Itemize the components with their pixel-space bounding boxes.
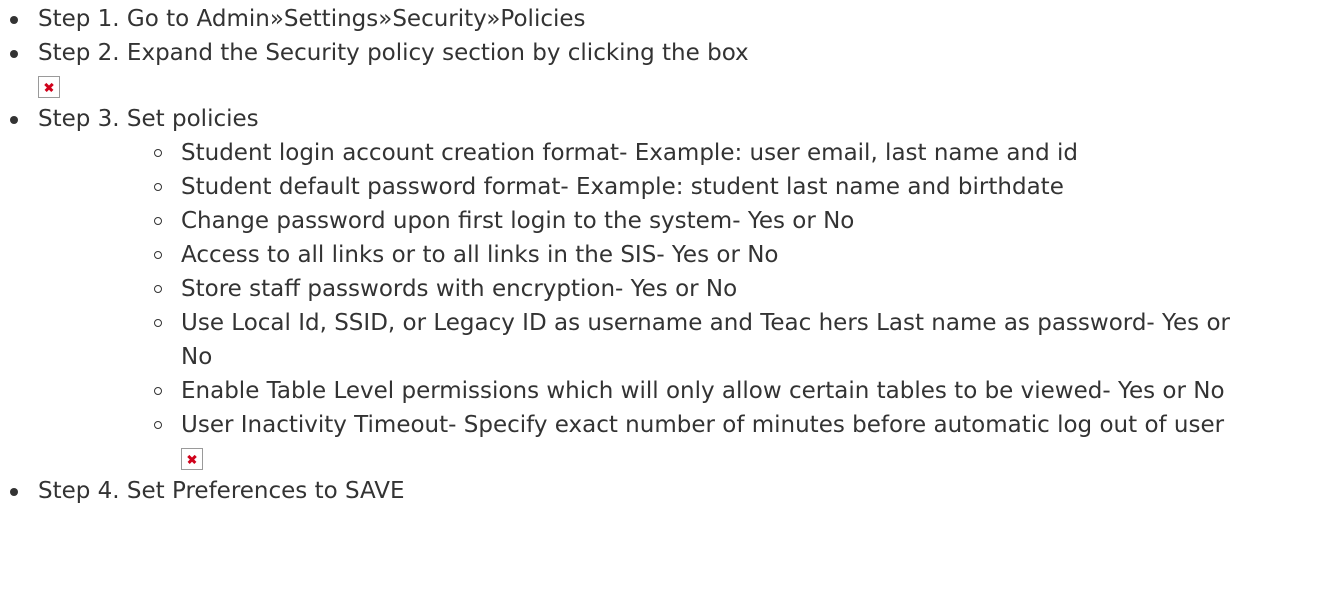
bullet-icon [10,16,18,24]
step-3-text: Step 3. Set policies [38,106,259,132]
step-1-text: Step 1. Go to Admin»Settings»Security»Po… [38,6,586,32]
instructions-document: Step 1. Go to Admin»Settings»Security»Po… [0,0,1328,508]
bullet-icon [10,488,18,496]
policy-text: Access to all links or to all links in t… [181,242,779,268]
step-2-text: Step 2. Expand the Security policy secti… [38,40,749,66]
hollow-bullet-icon [154,217,162,225]
policy-item: Student login account creation format- E… [154,136,1248,170]
broken-image-icon [181,448,203,470]
hollow-bullet-icon [154,319,162,327]
bullet-icon [10,50,18,58]
step-item-1: Step 1. Go to Admin»Settings»Security»Po… [10,2,1328,36]
policy-text: Enable Table Level permissions which wil… [181,378,1225,404]
policies-list: Student login account creation format- E… [38,136,1328,470]
step-item-3: Step 3. Set policies Student login accou… [10,102,1328,470]
policy-text: Change password upon first login to the … [181,208,855,234]
policy-text: Store staff passwords with encryption- Y… [181,276,738,302]
hollow-bullet-icon [154,149,162,157]
hollow-bullet-icon [154,387,162,395]
policy-item: Access to all links or to all links in t… [154,238,1248,272]
policy-item: User Inactivity Timeout- Specify exact n… [154,408,1248,470]
policy-text: User Inactivity Timeout- Specify exact n… [181,412,1225,438]
hollow-bullet-icon [154,183,162,191]
policy-item: Store staff passwords with encryption- Y… [154,272,1248,306]
step-item-2: Step 2. Expand the Security policy secti… [10,36,1328,98]
policy-item: Enable Table Level permissions which wil… [154,374,1248,408]
broken-image-icon [38,76,60,98]
policy-item: Student default password format- Example… [154,170,1248,204]
hollow-bullet-icon [154,285,162,293]
steps-list: Step 1. Go to Admin»Settings»Security»Po… [0,2,1328,508]
step-4-text: Step 4. Set Preferences to SAVE [38,478,405,504]
step-item-4: Step 4. Set Preferences to SAVE [10,474,1328,508]
bullet-icon [10,116,18,124]
policy-item: Use Local Id, SSID, or Legacy ID as user… [154,306,1248,374]
policy-text: Use Local Id, SSID, or Legacy ID as user… [181,310,1230,370]
policy-item: Change password upon first login to the … [154,204,1248,238]
policy-text: Student login account creation format- E… [181,140,1078,166]
hollow-bullet-icon [154,251,162,259]
policy-text: Student default password format- Example… [181,174,1064,200]
hollow-bullet-icon [154,421,162,429]
